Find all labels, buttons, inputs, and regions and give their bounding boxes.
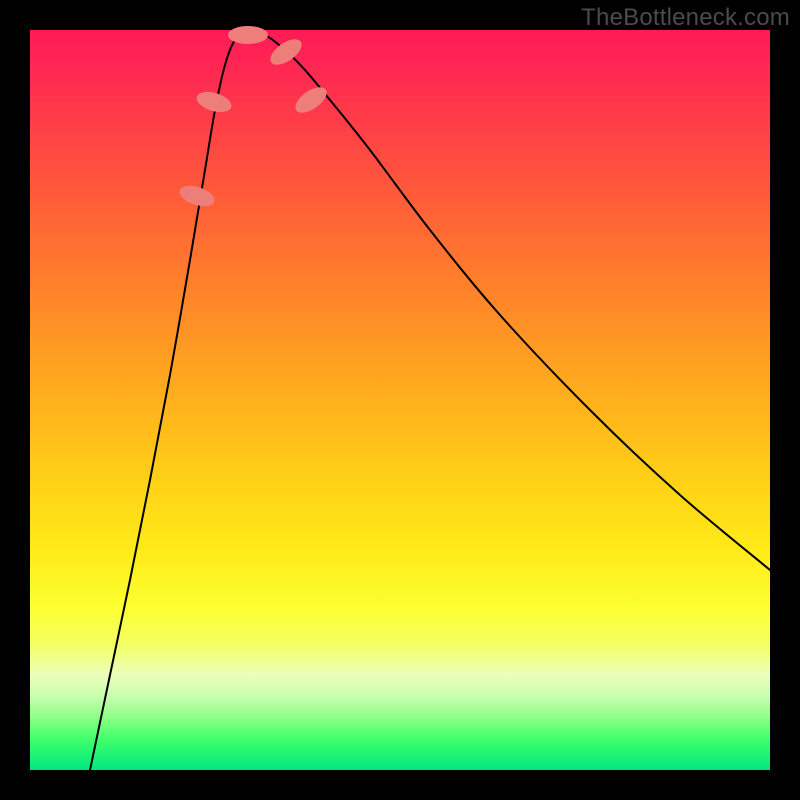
chart-area <box>30 30 770 770</box>
marker-right-upper <box>291 82 331 117</box>
curve-markers <box>177 26 331 210</box>
watermark-text: TheBottleneck.com <box>581 4 790 32</box>
bottleneck-curve <box>90 32 770 770</box>
marker-trough <box>228 26 268 44</box>
bottleneck-plot <box>30 30 770 770</box>
marker-left-upper <box>177 182 217 210</box>
